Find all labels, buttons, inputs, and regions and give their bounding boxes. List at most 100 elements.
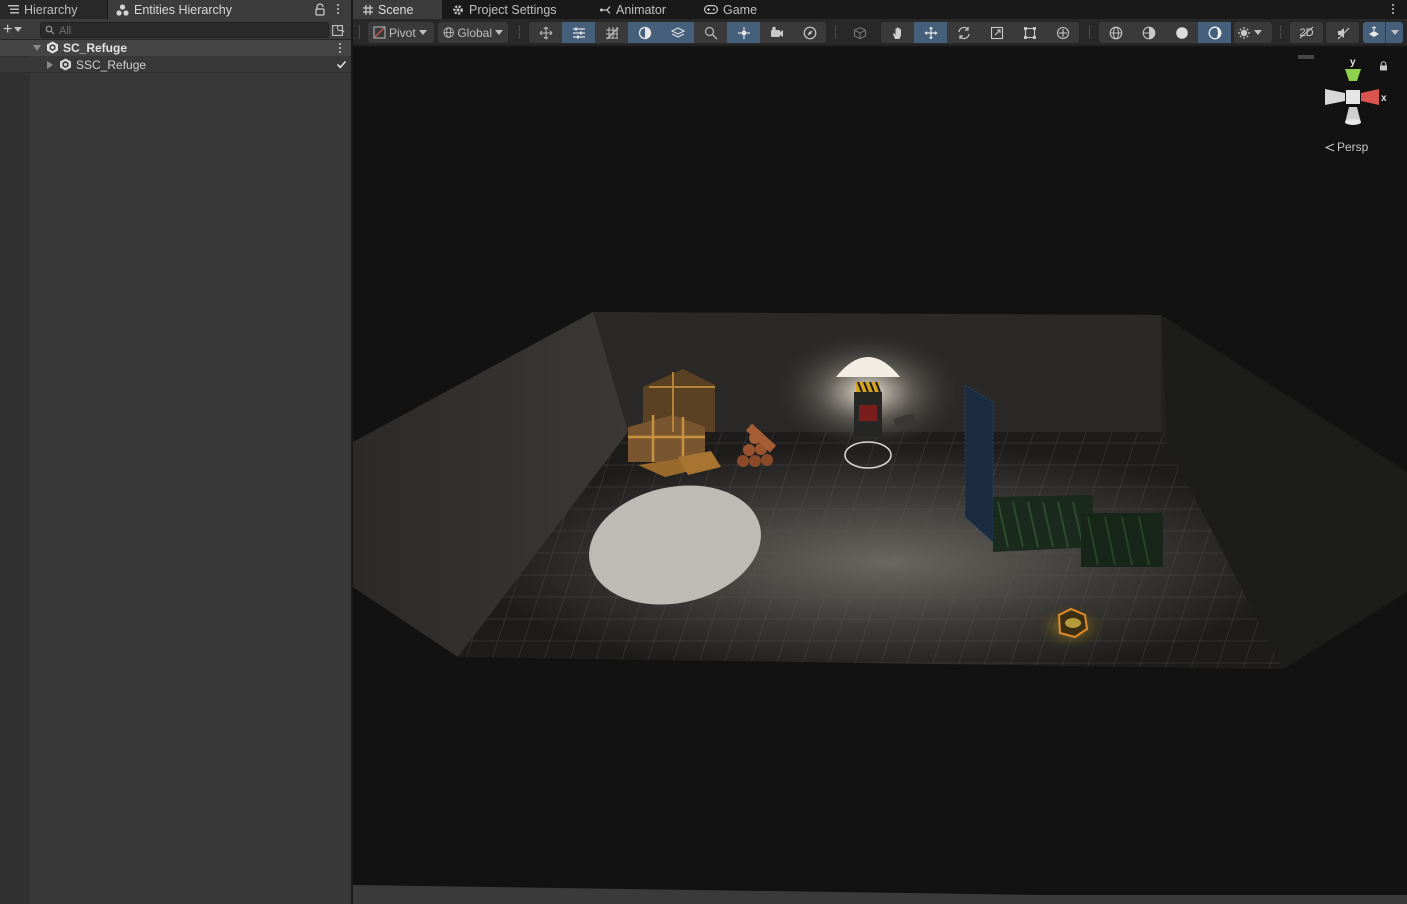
hierarchy-panel: Hierarchy Entities Hierarchy + All SC_Re…	[0, 0, 351, 904]
lock-icon[interactable]	[314, 3, 326, 16]
checkmark-icon[interactable]	[336, 59, 347, 70]
animator-icon	[600, 5, 611, 14]
grid-icon	[363, 4, 373, 15]
combined-transform-icon	[1056, 26, 1069, 39]
global-dropdown[interactable]: Global	[438, 22, 508, 43]
search-box	[40, 22, 329, 38]
add-button[interactable]: +	[3, 21, 31, 38]
tab-hierarchy[interactable]: Hierarchy	[0, 0, 107, 19]
hierarchy-item-label: SSC_Refuge	[76, 58, 147, 72]
frame-selected-button[interactable]	[727, 22, 760, 43]
rotate-tool-button[interactable]	[947, 22, 980, 43]
rect-tool-button[interactable]	[1013, 22, 1046, 43]
gizmo-x-cone[interactable]	[1361, 89, 1379, 105]
move-handles-button[interactable]	[529, 22, 562, 43]
globe-icon	[443, 27, 454, 38]
scale-icon	[990, 26, 1003, 39]
gizmos-menu-button[interactable]	[1385, 22, 1403, 43]
search-options-icon[interactable]	[332, 23, 345, 36]
shaded-button[interactable]	[1165, 22, 1198, 43]
two-d-button[interactable]: 2D	[1290, 22, 1323, 43]
hand-icon	[892, 27, 901, 39]
gizmos-dropdown[interactable]	[1363, 22, 1403, 43]
left-tab-bar: Hierarchy Entities Hierarchy	[0, 0, 351, 19]
zoom-button[interactable]	[694, 22, 727, 43]
chevron-down-icon	[14, 27, 23, 32]
gizmo-menu-icon[interactable]	[1298, 55, 1314, 59]
transform-tool-button[interactable]	[1046, 22, 1079, 43]
scene-panel-menu-icon[interactable]	[1390, 2, 1396, 16]
audio-muted-icon	[1337, 27, 1349, 39]
draw-mode-button[interactable]	[843, 22, 876, 43]
gizmo-x-label: x	[1381, 93, 1387, 104]
wireframe-button[interactable]	[1099, 22, 1132, 43]
gizmos-icon	[1369, 25, 1379, 37]
view-tool-group	[843, 22, 876, 43]
lighting-button[interactable]	[1198, 22, 1231, 43]
tab-project-settings[interactable]: Project Settings	[452, 0, 557, 19]
orientation-button[interactable]	[628, 22, 661, 43]
gizmo-lock-icon[interactable]	[1379, 61, 1388, 71]
scene-menu-icon[interactable]	[337, 41, 343, 55]
transform-tools-group	[881, 22, 1079, 43]
left-panel-menu-icon[interactable]	[335, 2, 341, 16]
search-input[interactable]	[59, 24, 319, 37]
compass-icon	[803, 26, 816, 39]
hierarchy-item-ssc-refuge[interactable]: SSC_Refuge	[0, 57, 351, 73]
pad-center	[1065, 618, 1081, 628]
orbit-icon	[638, 26, 651, 39]
move-tool-button[interactable]	[914, 22, 947, 43]
scene-viewport[interactable]: y x Persp	[353, 47, 1407, 904]
gizmo-center-cube[interactable]	[1346, 90, 1360, 104]
shaded-wireframe-button[interactable]	[1132, 22, 1165, 43]
chevron-down-icon	[495, 30, 503, 35]
hand-tool-button[interactable]	[881, 22, 914, 43]
toolbar-separator	[359, 25, 360, 39]
unity-scene-icon	[47, 41, 58, 54]
overlay-tools-group	[529, 22, 826, 43]
shading-group	[1099, 22, 1231, 43]
hierarchy-item-sc-refuge[interactable]: SC_Refuge	[0, 40, 351, 56]
audio-button[interactable]	[1326, 22, 1359, 43]
audio-toggle[interactable]	[1326, 22, 1359, 43]
scale-tool-button[interactable]	[980, 22, 1013, 43]
effects-dropdown[interactable]	[1234, 22, 1272, 43]
right-tab-bar: Scene Project Settings Animator Game	[353, 0, 1407, 19]
shaded-wireframe-icon	[1142, 26, 1155, 39]
camera-icon	[770, 26, 783, 37]
chevron-down-icon	[1254, 30, 1262, 35]
two-d-toggle[interactable]: 2D	[1290, 22, 1323, 43]
tab-scene-label: Scene	[378, 2, 414, 17]
projection-toggle[interactable]: Persp	[1325, 140, 1368, 154]
pivot-dropdown[interactable]: Pivot	[368, 22, 434, 43]
plus-icon: +	[3, 21, 13, 38]
tab-scene[interactable]: Scene	[353, 0, 442, 19]
effects-icon	[1238, 26, 1250, 39]
foldout-expanded-icon[interactable]	[33, 45, 41, 51]
global-label: Global	[457, 25, 492, 40]
scene-toolbar: Pivot Global	[353, 19, 1407, 46]
strike-icon	[1299, 26, 1314, 39]
move-arrows-icon	[539, 26, 552, 39]
navigation-button[interactable]	[793, 22, 826, 43]
hierarchy-toolbar: +	[0, 19, 351, 40]
toolbar-separator	[1089, 25, 1090, 39]
tab-game[interactable]: Game	[704, 0, 757, 19]
tab-project-settings-label: Project Settings	[469, 2, 557, 17]
foldout-collapsed-icon[interactable]	[47, 61, 53, 69]
gizmo-y-cone[interactable]	[1345, 69, 1361, 81]
layers-button[interactable]	[661, 22, 694, 43]
gizmo-neg-x-cone[interactable]	[1325, 89, 1345, 105]
magnifier-icon	[704, 26, 717, 39]
tab-animator[interactable]: Animator	[600, 0, 666, 19]
entities-icon	[116, 3, 129, 16]
grid-snapping-button[interactable]	[595, 22, 628, 43]
cube-icon	[853, 26, 866, 39]
camera-button[interactable]	[760, 22, 793, 43]
toolbar-separator	[519, 25, 520, 39]
layers-icon	[670, 26, 685, 38]
tab-hierarchy-label: Hierarchy	[24, 2, 78, 17]
tool-settings-button[interactable]	[562, 22, 595, 43]
gizmos-button[interactable]	[1363, 22, 1385, 43]
grid-snap-icon	[605, 26, 618, 39]
